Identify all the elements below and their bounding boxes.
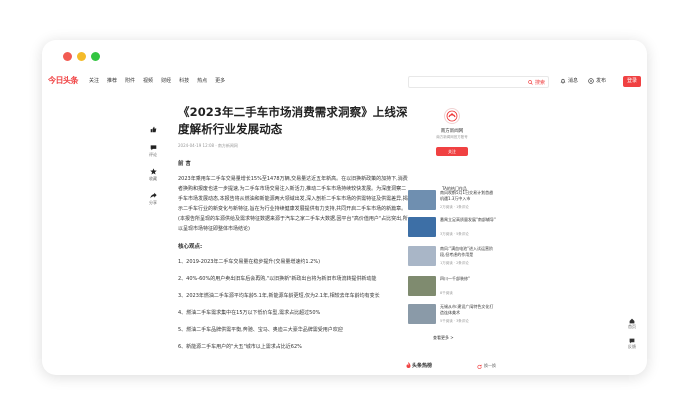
nav-link-more[interactable]: 更多 <box>215 77 225 84</box>
work-item[interactable]: 南风:"满血电池"进入试运营阶段,但考虑的作用是 1万阅读 · 2条评论 <box>408 246 496 274</box>
nav-link-video[interactable]: 视频 <box>143 77 153 84</box>
maximize-window-button[interactable] <box>91 52 100 61</box>
view-more-link[interactable]: 查看更多 > <box>433 335 454 341</box>
search-icon <box>528 80 533 85</box>
close-window-button[interactable] <box>63 52 72 61</box>
point-item: 5、燃油二手车品牌供需平衡,奔驰、宝马、奥迪三大豪华品牌需受用户欢迎 <box>178 327 343 333</box>
work-title: 南风:"满血电池"进入试运营阶段,但考虑的作用是 <box>440 246 494 257</box>
work-item[interactable]: 番禺立足高质量发展"南部辅导" 3万阅读 · 5条评论 <box>408 217 496 245</box>
messages-label: 消息 <box>568 78 579 84</box>
article: 《2023年二手车市场消费需求洞察》上线深度解析行业发展动态 2024-04-1… <box>178 104 408 352</box>
work-item[interactable]: 无锡从市:建设广阔特色文化打造连体美术 5千阅读 · 3条评论 <box>408 304 496 332</box>
work-item[interactable]: 南风吹鹤5月1日交易计划首趟机遇1.3万中入市 2万阅读 · 1条评论 <box>408 190 496 218</box>
work-stat: 5千阅读 · 3条评论 <box>440 319 469 323</box>
refresh-hot-label: 换一换 <box>484 363 496 368</box>
hot-list-title: 头条热榜 <box>412 363 433 369</box>
flame-icon <box>406 362 411 368</box>
work-stat: 8千阅读 <box>440 291 453 295</box>
site-logo[interactable]: 今日头条 <box>48 75 79 86</box>
author-logo-icon <box>446 110 458 122</box>
work-thumbnail <box>408 304 436 324</box>
share-icon <box>149 192 157 199</box>
work-stat: 1万阅读 · 2条评论 <box>440 261 469 265</box>
preface-heading: 前 言 <box>178 161 191 167</box>
favorite-label: 收藏 <box>149 176 157 181</box>
publish-label: 发布 <box>596 78 607 84</box>
nav-right: 消息 发布 <box>560 77 606 84</box>
thumb-up-icon <box>150 126 156 133</box>
point-item: 1、2019-2023年二手车交易量在稳步提升(交易量增速约1.2%) <box>178 259 321 265</box>
browser-window: 今日头条 关注 推荐 附件 视频 财经 科技 热点 更多 搜索 消息 发布 登录… <box>42 40 647 375</box>
author-sidebar: 南方新闻网 南方新闻网官方账号 关注 <box>408 102 496 173</box>
work-title: 无锡从市:建设广阔特色文化打造连体美术 <box>440 304 494 315</box>
messages-button[interactable]: 消息 <box>560 77 578 84</box>
comment-label: 评论 <box>149 152 157 157</box>
title-bar <box>42 40 647 73</box>
core-points-heading: 核心观点: <box>178 244 203 250</box>
author-desc: 南方新闻网官方账号 <box>436 135 468 139</box>
work-stat: 3万阅读 · 5条评论 <box>440 232 469 236</box>
nav-links: 关注 推荐 附件 视频 财经 科技 热点 更多 <box>89 77 225 84</box>
float-feedback-button[interactable]: 反馈 <box>626 338 638 350</box>
nav-link-finance[interactable]: 财经 <box>161 77 171 84</box>
nav-link-hot[interactable]: 热点 <box>197 77 207 84</box>
bell-icon <box>560 78 566 84</box>
author-name[interactable]: 南方新闻网 <box>408 128 496 134</box>
share-label: 分享 <box>149 200 157 205</box>
article-meta: 2024-04-19 12:08 · 南方新闻网 <box>178 143 238 148</box>
login-button[interactable]: 登录 <box>623 76 641 87</box>
work-item[interactable]: 四川一千部装修" 8千阅读 <box>408 276 496 304</box>
work-thumbnail <box>408 190 436 210</box>
work-thumbnail <box>408 217 436 237</box>
work-title: 南风吹鹤5月1日交易计划首趟机遇1.3万中入市 <box>440 190 494 201</box>
point-item: 4、燃油二手车需求集中在15万以下低价车型,需求占比超过50% <box>178 310 321 316</box>
top-nav: 今日头条 关注 推荐 附件 视频 财经 科技 热点 更多 搜索 消息 发布 登录 <box>42 73 647 91</box>
search-input[interactable] <box>413 78 513 87</box>
article-actions: 评论 收藏 分享 <box>146 125 160 212</box>
float-home-button[interactable]: 首页 <box>626 318 638 330</box>
point-item: 6、新能源二手车用户的"大五"城市以上需求占比近62% <box>178 344 302 350</box>
nav-link-tech[interactable]: 科技 <box>179 77 189 84</box>
comment-icon <box>150 145 156 151</box>
work-title: 四川一千部装修" <box>440 276 470 281</box>
author-avatar[interactable] <box>444 108 460 124</box>
share-button[interactable]: 分享 <box>149 191 158 206</box>
article-title: 《2023年二手车市场消费需求洞察》上线深度解析行业发展动态 <box>178 105 408 136</box>
hot-list-header: 头条热榜 换一换 <box>406 360 496 370</box>
refresh-icon <box>477 364 482 369</box>
point-item: 3、2023年燃油二手车源平均车龄5.1年,新能源车龄更短,仅为2.1年,相较去… <box>178 293 380 299</box>
work-title: 番禺立足高质量发展"南部辅导" <box>440 217 496 222</box>
minimize-window-button[interactable] <box>77 52 86 61</box>
search-box: 搜索 <box>408 76 549 88</box>
search-button[interactable]: 搜索 <box>528 79 545 86</box>
follow-button[interactable]: 关注 <box>436 147 468 156</box>
author-card: 南方新闻网 南方新闻网官方账号 关注 <box>408 102 496 173</box>
float-feedback-label: 反馈 <box>628 344 636 349</box>
work-stat: 2万阅读 · 1条评论 <box>440 205 469 209</box>
article-intro: 2023年乘用车二手车交易量增长15%至1478万辆,交易量达近五年新高。在以旧… <box>178 176 408 232</box>
nav-link-attachment[interactable]: 附件 <box>125 77 135 84</box>
work-thumbnail <box>408 246 436 266</box>
like-button[interactable] <box>149 125 158 134</box>
publish-button[interactable]: 发布 <box>588 77 606 84</box>
work-thumbnail <box>408 276 436 296</box>
nav-link-follow[interactable]: 关注 <box>89 77 99 84</box>
point-item: 2、40%-60%的用户卖出旧车后会再购,"以旧换新"新政出台将为新旧市场流转提… <box>178 276 377 282</box>
comment-button[interactable]: 评论 <box>149 143 158 158</box>
float-home-label: 首页 <box>628 324 636 329</box>
refresh-hot-button[interactable]: 换一换 <box>477 363 496 369</box>
nav-link-recommend[interactable]: 推荐 <box>107 77 117 84</box>
search-button-label: 搜索 <box>534 80 545 86</box>
star-icon <box>149 168 157 175</box>
favorite-button[interactable]: 收藏 <box>149 167 158 182</box>
plus-circle-icon <box>588 77 594 84</box>
